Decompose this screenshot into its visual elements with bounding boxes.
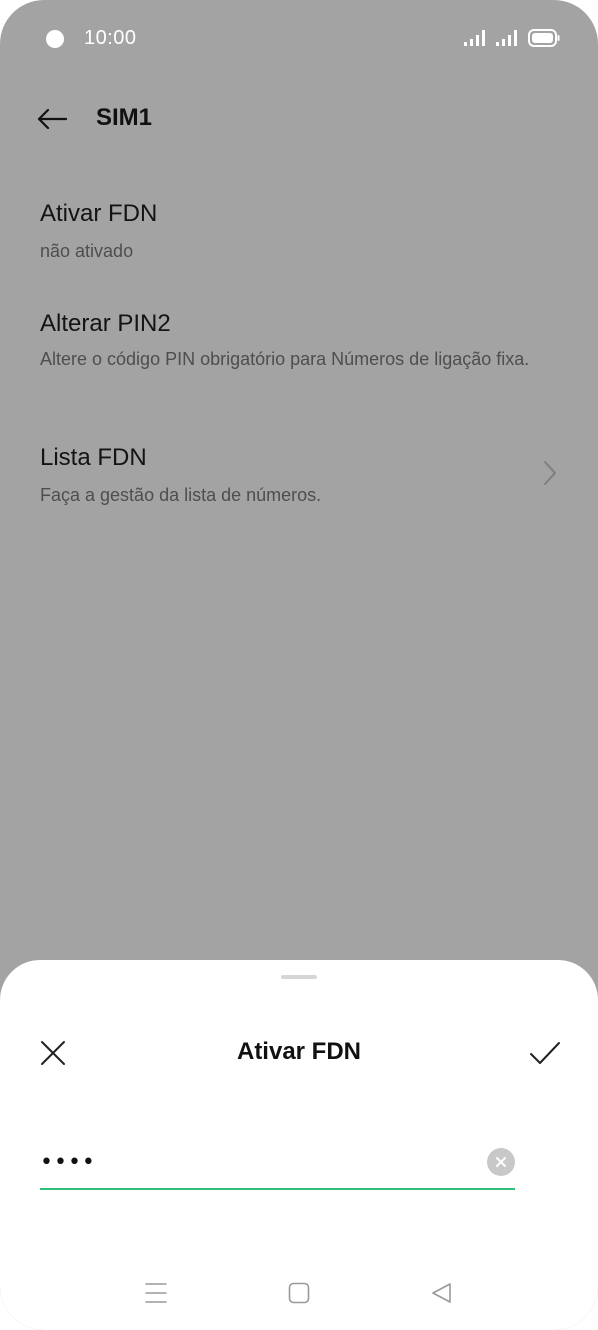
setting-fdn-list[interactable]: Lista FDN Faça a gestão da lista de núme… [0, 444, 598, 514]
activate-fdn-sheet: Ativar FDN [0, 960, 598, 1330]
setting-subtitle: Altere o código PIN obrigatório para Núm… [40, 349, 530, 369]
pin2-input[interactable] [40, 1144, 460, 1180]
clear-icon [496, 1157, 506, 1167]
battery-icon [528, 29, 560, 47]
signal-sim2-icon [496, 30, 517, 46]
sheet-drag-handle[interactable] [281, 975, 317, 979]
back-triangle-icon [432, 1283, 451, 1303]
notification-dot-icon [46, 30, 64, 48]
status-time: 10:00 [84, 27, 137, 49]
home-button[interactable] [279, 1276, 319, 1310]
page-title: SIM1 [96, 104, 153, 131]
setting-subtitle: não ativado [40, 241, 134, 261]
pin2-field [40, 1140, 515, 1190]
recent-apps-button[interactable] [136, 1276, 176, 1310]
status-icons [464, 27, 560, 49]
setting-title: Alterar PIN2 [40, 310, 171, 337]
chevron-right-icon [538, 458, 562, 488]
back-button[interactable] [30, 98, 74, 140]
back-nav-button[interactable] [421, 1276, 461, 1310]
setting-subtitle: Faça a gestão da lista de números. [40, 485, 322, 505]
status-bar: 10:00 [0, 0, 598, 76]
phone-screen: 10:00 SIM1 Ativar FDN não ativado Altera… [0, 0, 598, 1330]
sheet-title: Ativar FDN [236, 1038, 362, 1065]
top-app-bar: SIM1 [0, 92, 598, 146]
setting-title: Ativar FDN [40, 200, 158, 227]
home-square-icon [288, 1282, 310, 1304]
arrow-left-icon [37, 108, 67, 130]
system-navigation-bar [0, 1262, 598, 1322]
menu-lines-icon [145, 1283, 167, 1303]
checkmark-icon [530, 1042, 560, 1064]
setting-title: Lista FDN [40, 444, 147, 471]
setting-change-pin2[interactable]: Alterar PIN2 Altere o código PIN obrigat… [0, 310, 598, 402]
clear-input-button[interactable] [487, 1148, 515, 1176]
signal-sim1-icon [464, 30, 485, 46]
setting-activate-fdn[interactable]: Ativar FDN não ativado [0, 200, 598, 270]
confirm-button[interactable] [522, 1030, 568, 1076]
